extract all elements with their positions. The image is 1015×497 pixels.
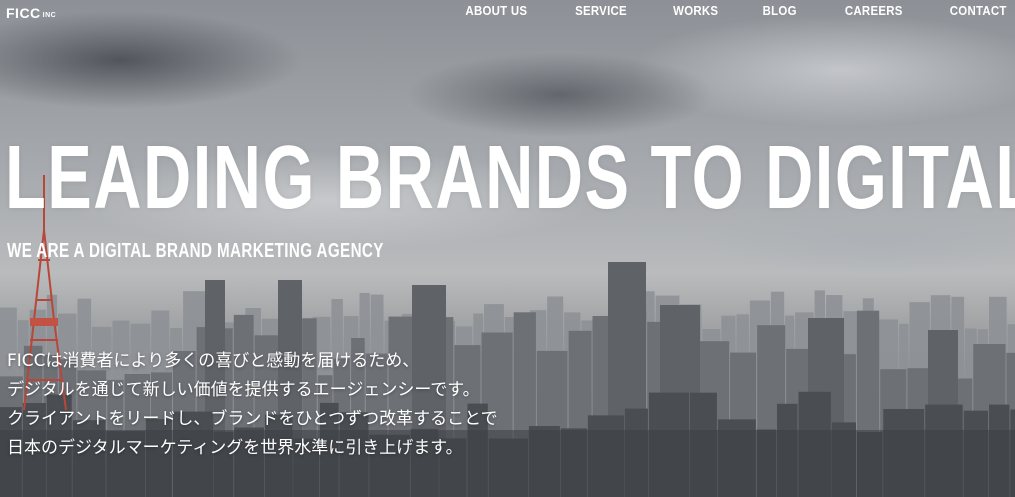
intro-line: FICCは消費者により多くの喜びと感動を届けるため、: [7, 351, 420, 371]
hero-subheadline: WE ARE A DIGITAL BRAND MARKETING AGENCY: [7, 240, 384, 262]
hero-section: FICC INC ABOUT US SERVICE WORKS BLOG CAR…: [0, 0, 1015, 497]
ficc-logo[interactable]: FICC INC: [6, 5, 56, 21]
logo-suffix: INC: [42, 12, 57, 19]
hero-intro-text: FICCは消費者により多くの喜びと感動を届けるため、 デジタルを通じて新しい価値…: [7, 347, 498, 463]
top-navigation: FICC INC ABOUT US SERVICE WORKS BLOG CAR…: [0, 0, 1015, 24]
nav-link-about-us[interactable]: ABOUT US: [466, 3, 528, 18]
intro-line: デジタルを通じて新しい価値を提供するエージェンシーです。: [7, 380, 480, 400]
nav-menu: ABOUT US SERVICE WORKS BLOG CAREERS CONT…: [417, 3, 1007, 18]
nav-link-service[interactable]: SERVICE: [575, 3, 627, 18]
nav-link-blog[interactable]: BLOG: [763, 3, 797, 18]
hero-headline: LEADING BRANDS TO DIGITAL: [5, 128, 1015, 228]
nav-link-works[interactable]: WORKS: [673, 3, 718, 18]
intro-line: クライアントをリードし、ブランドをひとつずつ改革することで: [7, 409, 498, 429]
logo-text: FICC: [6, 5, 41, 21]
nav-link-contact[interactable]: CONTACT: [950, 3, 1007, 18]
intro-line: 日本のデジタルマーケティングを世界水準に引き上げます。: [7, 438, 463, 458]
nav-link-careers[interactable]: CAREERS: [845, 3, 903, 18]
